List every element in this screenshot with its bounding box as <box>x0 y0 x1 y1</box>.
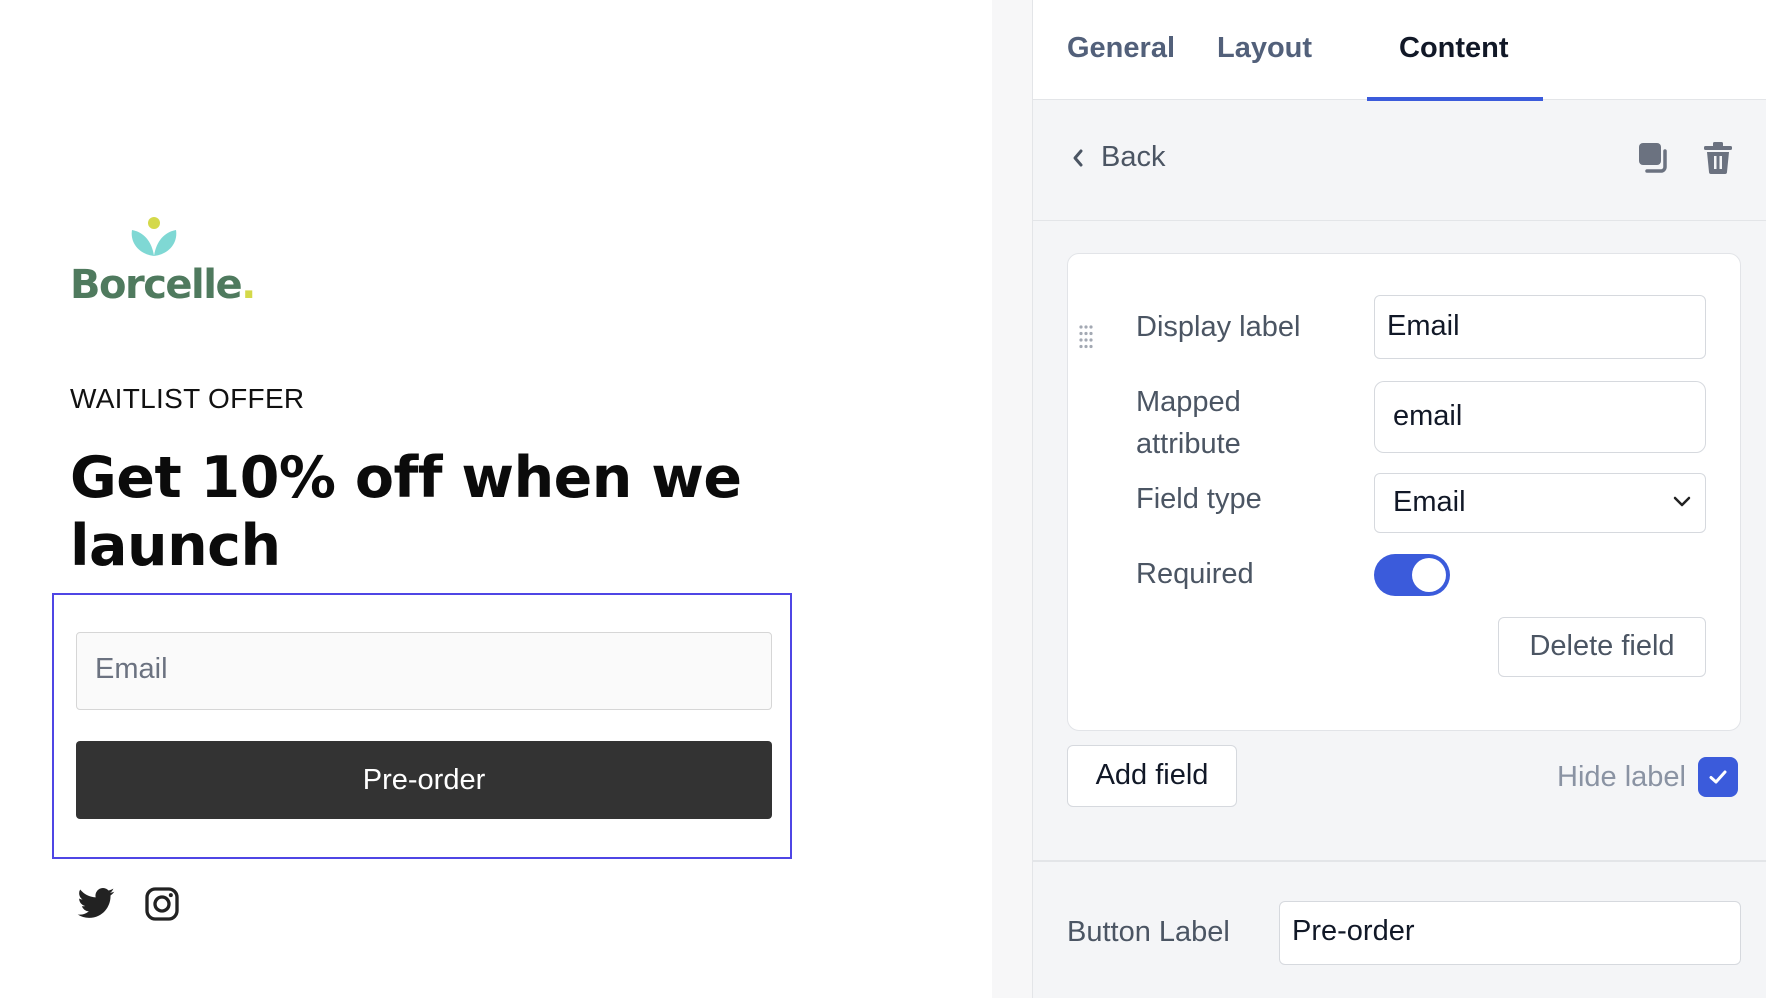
tab-general[interactable]: General <box>1067 32 1175 65</box>
twitter-icon[interactable] <box>76 884 116 924</box>
duplicate-icon[interactable] <box>1637 141 1671 175</box>
form-preview: Borcelle. WAITLIST OFFER Get 10% off whe… <box>0 0 992 998</box>
editor-panel: General Layout Content Back Display labe… <box>1032 0 1766 998</box>
section-divider <box>1033 860 1766 862</box>
trash-icon[interactable] <box>1701 141 1735 175</box>
canvas-gutter <box>992 0 1032 998</box>
selected-form-block[interactable]: Email Pre-order <box>52 593 792 859</box>
hide-label-text: Hide label <box>1557 760 1686 793</box>
hide-label-option[interactable]: Hide label <box>1557 757 1738 797</box>
back-chevron-icon <box>1073 149 1083 166</box>
hide-label-checkbox[interactable] <box>1697 757 1738 797</box>
drag-handle-icon[interactable] <box>1078 324 1094 350</box>
tab-layout[interactable]: Layout <box>1217 32 1312 65</box>
instagram-icon[interactable] <box>142 884 182 924</box>
checkmark-icon <box>1709 770 1727 784</box>
field-toolbar: Back <box>1033 101 1766 221</box>
preview-email-input[interactable]: Email <box>76 632 772 710</box>
leaf-icon <box>131 217 177 256</box>
field-type-value: Email <box>1393 486 1466 518</box>
field-settings-card: Display label Email Mapped attribute ema… <box>1067 253 1741 731</box>
display-label-input[interactable]: Email <box>1374 295 1706 359</box>
tab-content[interactable]: Content <box>1399 32 1509 65</box>
add-field-button[interactable]: Add field <box>1067 745 1237 807</box>
display-label-label: Display label <box>1136 311 1301 343</box>
offer-headline: Get 10% off when we launch <box>70 445 742 579</box>
back-label: Back <box>1101 141 1166 173</box>
panel-tabs: General Layout Content <box>1033 0 1766 101</box>
field-type-label: Field type <box>1136 483 1262 515</box>
mapped-attribute-label: Mapped attribute <box>1136 386 1241 460</box>
brand-logo: Borcelle. <box>70 216 260 316</box>
social-links <box>76 884 182 924</box>
toggle-knob <box>1412 558 1446 592</box>
back-button[interactable]: Back <box>1071 141 1165 174</box>
required-toggle[interactable] <box>1374 554 1450 596</box>
required-label: Required <box>1136 558 1254 590</box>
button-label-input[interactable]: Pre-order <box>1279 901 1741 965</box>
chevron-down-icon <box>1673 496 1691 507</box>
mapped-attribute-input[interactable]: email <box>1374 381 1706 453</box>
field-type-select[interactable]: Email <box>1374 473 1706 533</box>
button-label-label: Button Label <box>1067 916 1230 948</box>
offer-eyebrow: WAITLIST OFFER <box>70 383 305 414</box>
delete-field-button[interactable]: Delete field <box>1498 617 1706 677</box>
brand-name: Borcelle. <box>70 262 256 308</box>
preview-preorder-button[interactable]: Pre-order <box>76 741 772 819</box>
